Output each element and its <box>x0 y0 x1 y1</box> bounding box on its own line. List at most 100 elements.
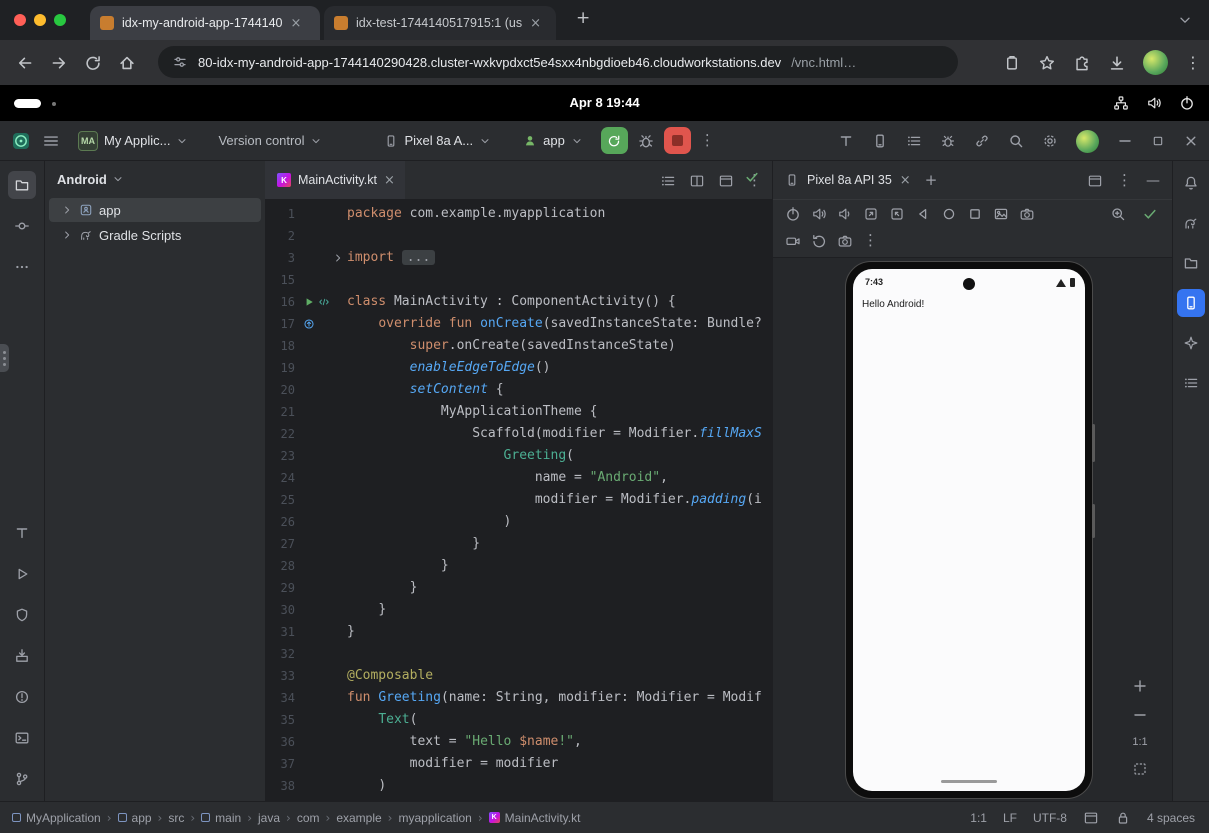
notifications-button[interactable] <box>1177 169 1205 197</box>
code-text[interactable]: enableEdgeToEdge() <box>347 357 772 379</box>
device-manager-icon[interactable] <box>838 133 854 149</box>
zoom-tool-icon[interactable] <box>1110 206 1126 222</box>
gutter[interactable] <box>295 357 347 379</box>
site-settings-icon[interactable] <box>172 54 188 70</box>
code-text[interactable]: @Composable <box>347 665 772 687</box>
code-line[interactable]: 20 setContent { <box>265 379 772 401</box>
traffic-zoom-button[interactable] <box>54 14 66 26</box>
gutter[interactable] <box>295 335 347 357</box>
main-menu-icon[interactable] <box>42 132 60 150</box>
debug-bug-icon[interactable] <box>637 132 655 150</box>
code-text[interactable]: Text( <box>347 709 772 731</box>
code-text[interactable]: } <box>347 533 772 555</box>
profiler-link-icon[interactable] <box>974 133 990 149</box>
gutter[interactable] <box>295 775 347 797</box>
browser-tab-1[interactable]: idx-my-android-app-1744140 × <box>90 6 320 40</box>
breadcrumb-item[interactable]: KMainActivity.kt <box>489 811 581 825</box>
gutter[interactable] <box>295 643 347 665</box>
code-line[interactable]: 32 <box>265 643 772 665</box>
gutter[interactable] <box>295 577 347 599</box>
code-line[interactable]: 16class MainActivity : ComponentActivity… <box>265 291 772 313</box>
code-line[interactable]: 1package com.example.myapplication <box>265 203 772 225</box>
gutter[interactable] <box>295 555 347 577</box>
file-encoding[interactable]: UTF-8 <box>1033 811 1067 825</box>
override-marker-icon[interactable] <box>303 318 315 330</box>
code-text[interactable] <box>347 225 772 247</box>
gemini-button[interactable] <box>1177 329 1205 357</box>
screenshot-icon[interactable] <box>993 206 1009 222</box>
traffic-minimize-button[interactable] <box>34 14 46 26</box>
code-line[interactable]: 17 override fun onCreate(savedInstanceSt… <box>265 313 772 335</box>
lock-icon[interactable] <box>1115 810 1131 826</box>
run-gutter-icon[interactable] <box>303 296 315 308</box>
inspection-ok-icon[interactable] <box>744 169 760 185</box>
breadcrumb-item[interactable]: com <box>297 811 320 825</box>
code-line[interactable]: 21 MyApplicationTheme { <box>265 401 772 423</box>
code-line[interactable]: 3import ... <box>265 247 772 269</box>
reset-icon[interactable] <box>811 233 827 249</box>
bookmark-star-icon[interactable] <box>1038 54 1056 72</box>
emulator-power-icon[interactable] <box>785 206 801 222</box>
tab-close-icon[interactable]: × <box>291 17 302 30</box>
settings-gear-icon[interactable] <box>1042 133 1058 149</box>
code-text[interactable]: ) <box>347 775 772 797</box>
code-line[interactable]: 19 enableEdgeToEdge() <box>265 357 772 379</box>
code-line[interactable]: 36 text = "Hello $name!", <box>265 731 772 753</box>
panel-layout-icon[interactable] <box>1087 173 1103 189</box>
gutter[interactable] <box>295 423 347 445</box>
search-everywhere-icon[interactable] <box>1008 133 1024 149</box>
stop-button[interactable] <box>664 127 691 154</box>
android-back-icon[interactable] <box>915 206 931 222</box>
code-text[interactable]: fun Greeting(name: String, modifier: Mod… <box>347 687 772 709</box>
gradle-tool-button[interactable] <box>1177 209 1205 237</box>
emulator-more-icon[interactable]: ⋮ <box>863 233 878 248</box>
code-line[interactable]: 24 name = "Android", <box>265 467 772 489</box>
breadcrumb-item[interactable]: main <box>201 811 241 825</box>
gutter[interactable] <box>295 379 347 401</box>
breadcrumb-item[interactable]: MyApplication <box>12 811 101 825</box>
code-text[interactable] <box>347 643 772 665</box>
code-text[interactable]: text = "Hello $name!", <box>347 731 772 753</box>
line-separator[interactable]: LF <box>1003 811 1017 825</box>
code-line[interactable]: 22 Scaffold(modifier = Modifier.fillMaxS <box>265 423 772 445</box>
code-line[interactable]: 25 modifier = Modifier.padding(i <box>265 489 772 511</box>
code-text[interactable]: } <box>347 555 772 577</box>
window-close-icon[interactable] <box>1183 133 1199 149</box>
breadcrumb-item[interactable]: app <box>118 811 152 825</box>
gutter[interactable] <box>295 467 347 489</box>
editor-tab-mainactivity[interactable]: K MainActivity.kt × <box>265 161 405 199</box>
code-text[interactable]: import ... <box>347 247 772 269</box>
screen-record-icon[interactable] <box>785 233 801 249</box>
code-text[interactable]: class MainActivity : ComponentActivity()… <box>347 291 772 313</box>
new-tab-button[interactable]: + <box>576 10 590 27</box>
code-text[interactable]: package com.example.myapplication <box>347 203 772 225</box>
build-tool-button[interactable] <box>8 601 36 629</box>
gutter[interactable] <box>295 269 347 291</box>
tab-search-icon[interactable] <box>1177 12 1193 28</box>
gutter[interactable] <box>295 511 347 533</box>
tree-item-gradle-scripts[interactable]: Gradle Scripts <box>49 223 261 247</box>
tree-item-app[interactable]: app <box>49 198 261 222</box>
logcat-icon[interactable] <box>906 133 922 149</box>
tab-close-icon[interactable]: × <box>384 174 395 187</box>
tool-window-drag-handle[interactable] <box>0 344 9 372</box>
code-text[interactable]: modifier = modifier <box>347 753 772 775</box>
more-tool-windows-button[interactable] <box>8 253 36 281</box>
code-text[interactable]: super.onCreate(savedInstanceState) <box>347 335 772 357</box>
toolbar-more-icon[interactable]: ⋮ <box>700 133 715 148</box>
code-line[interactable]: 15 <box>265 269 772 291</box>
editor-window-icon[interactable] <box>718 173 734 189</box>
camera-icon[interactable] <box>1019 206 1035 222</box>
gutter[interactable] <box>295 203 347 225</box>
device-explorer-button[interactable] <box>1177 249 1205 277</box>
code-line[interactable]: 38 ) <box>265 775 772 797</box>
window-minimize-icon[interactable] <box>1117 133 1133 149</box>
version-control-button[interactable] <box>8 765 36 793</box>
code-text[interactable]: name = "Android", <box>347 467 772 489</box>
gutter[interactable] <box>295 621 347 643</box>
gutter[interactable] <box>295 599 347 621</box>
device-manager-button[interactable] <box>8 642 36 670</box>
panel-hide-icon[interactable]: — <box>1146 174 1160 188</box>
project-tool-button[interactable] <box>8 171 36 199</box>
rotate-left-icon[interactable] <box>863 206 879 222</box>
